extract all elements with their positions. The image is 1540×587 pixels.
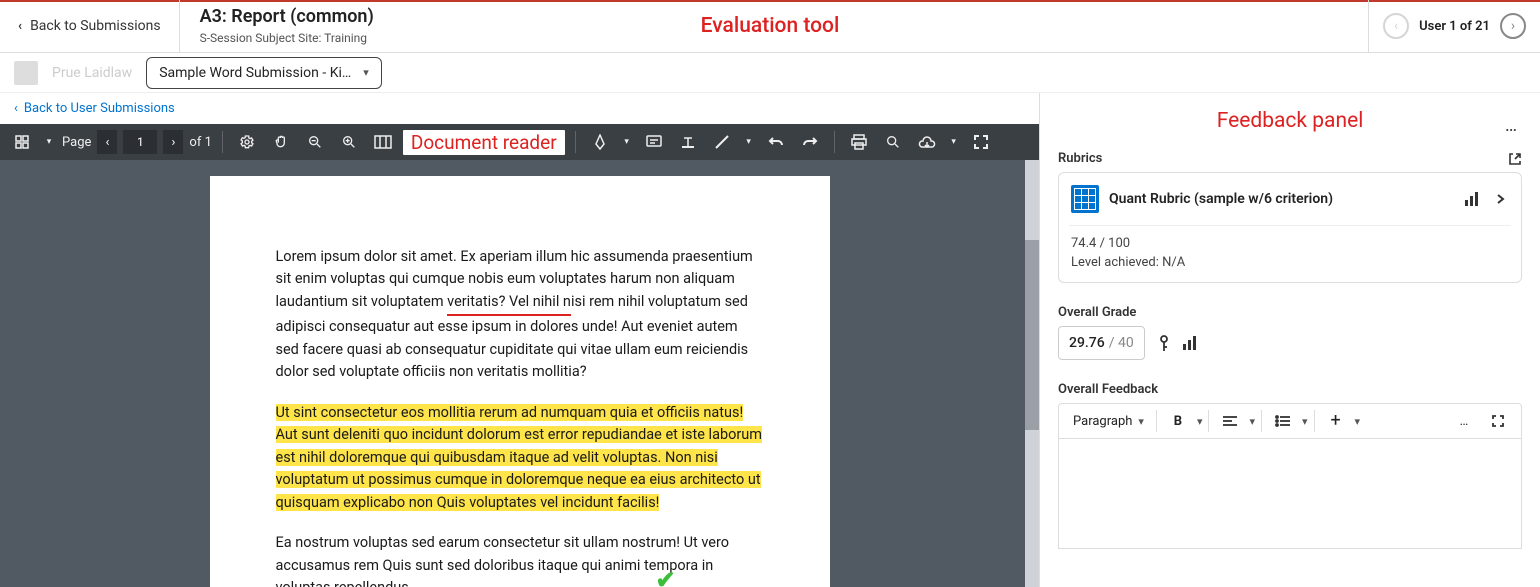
- document-viewport[interactable]: Lorem ipsum dolor sit amet. Ex aperiam i…: [0, 160, 1039, 587]
- undo-icon[interactable]: [762, 128, 790, 156]
- line-tool-icon[interactable]: [708, 128, 736, 156]
- rte-toolbar: Paragraph ▾ B ▾ ▾ ▾ + ▾ …: [1058, 403, 1522, 439]
- next-user-button[interactable]: ›: [1500, 13, 1526, 39]
- rubrics-heading: Rubrics: [1058, 151, 1102, 166]
- rubric-expand-button[interactable]: [1491, 192, 1509, 206]
- rte-style-label: Paragraph: [1073, 414, 1132, 429]
- chevron-down-icon[interactable]: ▾: [1249, 415, 1255, 428]
- back-to-user-submissions-link[interactable]: ‹ Back to User Submissions: [0, 93, 1039, 124]
- red-underline-annotation: veritatis? Vel nihil n: [447, 291, 571, 316]
- document-pane: ‹ Back to User Submissions ▾ Page ‹ › of…: [0, 93, 1040, 587]
- paragraph-1: Lorem ipsum dolor sit amet. Ex aperiam i…: [276, 246, 764, 384]
- chevron-down-icon[interactable]: ▾: [1197, 415, 1203, 428]
- rubric-stats-icon[interactable]: [1465, 192, 1481, 206]
- download-menu-chevron-icon[interactable]: ▾: [947, 128, 961, 156]
- rubrics-popout-icon[interactable]: [1508, 152, 1522, 166]
- redo-icon[interactable]: [796, 128, 824, 156]
- avatar: [14, 61, 38, 85]
- rte-more-icon[interactable]: …: [1449, 407, 1479, 435]
- rte-align-button[interactable]: [1215, 407, 1245, 435]
- back-to-submissions-label: Back to Submissions: [30, 18, 161, 34]
- chevron-left-icon: ‹: [14, 101, 18, 116]
- paragraph-2-highlighted: Ut sint consectetur eos mollitia rerum a…: [276, 402, 764, 514]
- chevron-down-icon[interactable]: ▾: [1302, 415, 1308, 428]
- thumbnails-icon[interactable]: [8, 128, 36, 156]
- chevron-down-icon: ▾: [363, 66, 369, 79]
- paragraph-3: Ea nostrum voluptas sed earum consectetu…: [276, 532, 764, 587]
- checkmark-annotation-icon: ✔: [656, 562, 676, 587]
- rte-bold-button[interactable]: B: [1163, 407, 1193, 435]
- search-icon[interactable]: [879, 128, 907, 156]
- line-menu-chevron-icon[interactable]: ▾: [742, 128, 756, 156]
- settings-gear-icon[interactable]: [233, 128, 261, 156]
- chevron-down-icon[interactable]: ▾: [1355, 415, 1361, 428]
- rubric-card: Quant Rubric (sample w/6 criterion) 74.4…: [1058, 172, 1522, 283]
- page-label: Page: [62, 135, 91, 150]
- prev-user-button[interactable]: ‹: [1383, 13, 1409, 39]
- file-select-label: Sample Word Submission - Ki…: [159, 65, 351, 81]
- overall-grade-value: 29.76: [1069, 335, 1105, 351]
- page-number-input[interactable]: [123, 130, 157, 154]
- submission-bar: Prue Laidlaw Sample Word Submission - Ki…: [0, 53, 1540, 93]
- rubric-name: Quant Rubric (sample w/6 criterion): [1109, 191, 1455, 207]
- back-to-submissions-button[interactable]: ‹ Back to Submissions: [0, 0, 180, 52]
- grade-stats-icon[interactable]: [1183, 336, 1199, 350]
- grade-key-icon[interactable]: [1157, 334, 1171, 352]
- user-count-label: User 1 of 21: [1419, 19, 1490, 34]
- pen-menu-chevron-icon[interactable]: ▾: [620, 128, 634, 156]
- page-subtitle: S-Session Subject Site: Training: [200, 31, 374, 46]
- feedback-panel: Feedback panel … Rubrics Quant Rubric (s…: [1040, 93, 1540, 587]
- text-annotation-icon[interactable]: [674, 128, 702, 156]
- rte-list-button[interactable]: [1268, 407, 1298, 435]
- pen-annotate-icon[interactable]: [586, 128, 614, 156]
- rubric-level: Level achieved: N/A: [1071, 255, 1509, 270]
- learner-name: Prue Laidlaw: [52, 65, 132, 81]
- overall-grade-input[interactable]: 29.76 / 40: [1058, 326, 1145, 360]
- scrollbar-thumb[interactable]: [1025, 240, 1039, 430]
- chevron-down-icon: ▾: [1138, 415, 1144, 428]
- rubric-grid-icon: [1071, 185, 1099, 213]
- rte-style-select[interactable]: Paragraph ▾: [1067, 414, 1150, 429]
- fullscreen-icon[interactable]: [967, 128, 995, 156]
- note-icon[interactable]: [640, 128, 668, 156]
- page-layout-icon[interactable]: [369, 128, 397, 156]
- page-title: A3: Report (common): [200, 6, 374, 29]
- pan-hand-icon[interactable]: [267, 128, 295, 156]
- file-select[interactable]: Sample Word Submission - Ki… ▾: [146, 57, 382, 89]
- document-reader-annotation: Document reader: [403, 130, 565, 155]
- download-icon[interactable]: [913, 128, 941, 156]
- thumbnails-menu-chevron-icon[interactable]: ▾: [42, 128, 56, 156]
- zoom-out-icon[interactable]: [301, 128, 329, 156]
- page-of-label: of 1: [189, 135, 211, 150]
- rte-fullscreen-icon[interactable]: [1483, 407, 1513, 435]
- evaluation-tool-annotation: Evaluation tool: [701, 14, 840, 38]
- overall-grade-of: / 40: [1109, 335, 1134, 351]
- back-to-user-submissions-label: Back to User Submissions: [24, 101, 175, 116]
- document-toolbar: ▾ Page ‹ › of 1 Document reader: [0, 124, 1039, 160]
- overall-feedback-heading: Overall Feedback: [1058, 382, 1158, 397]
- user-navigation: ‹ User 1 of 21 ›: [1368, 0, 1540, 52]
- panel-more-icon[interactable]: …: [1505, 115, 1518, 136]
- rte-insert-button[interactable]: +: [1321, 407, 1351, 435]
- chevron-left-icon: ‹: [18, 19, 22, 34]
- document-page: Lorem ipsum dolor sit amet. Ex aperiam i…: [210, 176, 830, 587]
- title-block: A3: Report (common) S-Session Subject Si…: [180, 0, 394, 52]
- feedback-panel-annotation: Feedback panel: [1217, 109, 1364, 133]
- page-prev-button[interactable]: ‹: [97, 130, 117, 154]
- rubric-score: 74.4 / 100: [1071, 236, 1509, 251]
- zoom-in-icon[interactable]: [335, 128, 363, 156]
- print-icon[interactable]: [845, 128, 873, 156]
- top-header: ‹ Back to Submissions A3: Report (common…: [0, 0, 1540, 53]
- rte-editor[interactable]: [1058, 439, 1522, 549]
- page-next-button[interactable]: ›: [163, 130, 183, 154]
- overall-grade-heading: Overall Grade: [1058, 305, 1136, 320]
